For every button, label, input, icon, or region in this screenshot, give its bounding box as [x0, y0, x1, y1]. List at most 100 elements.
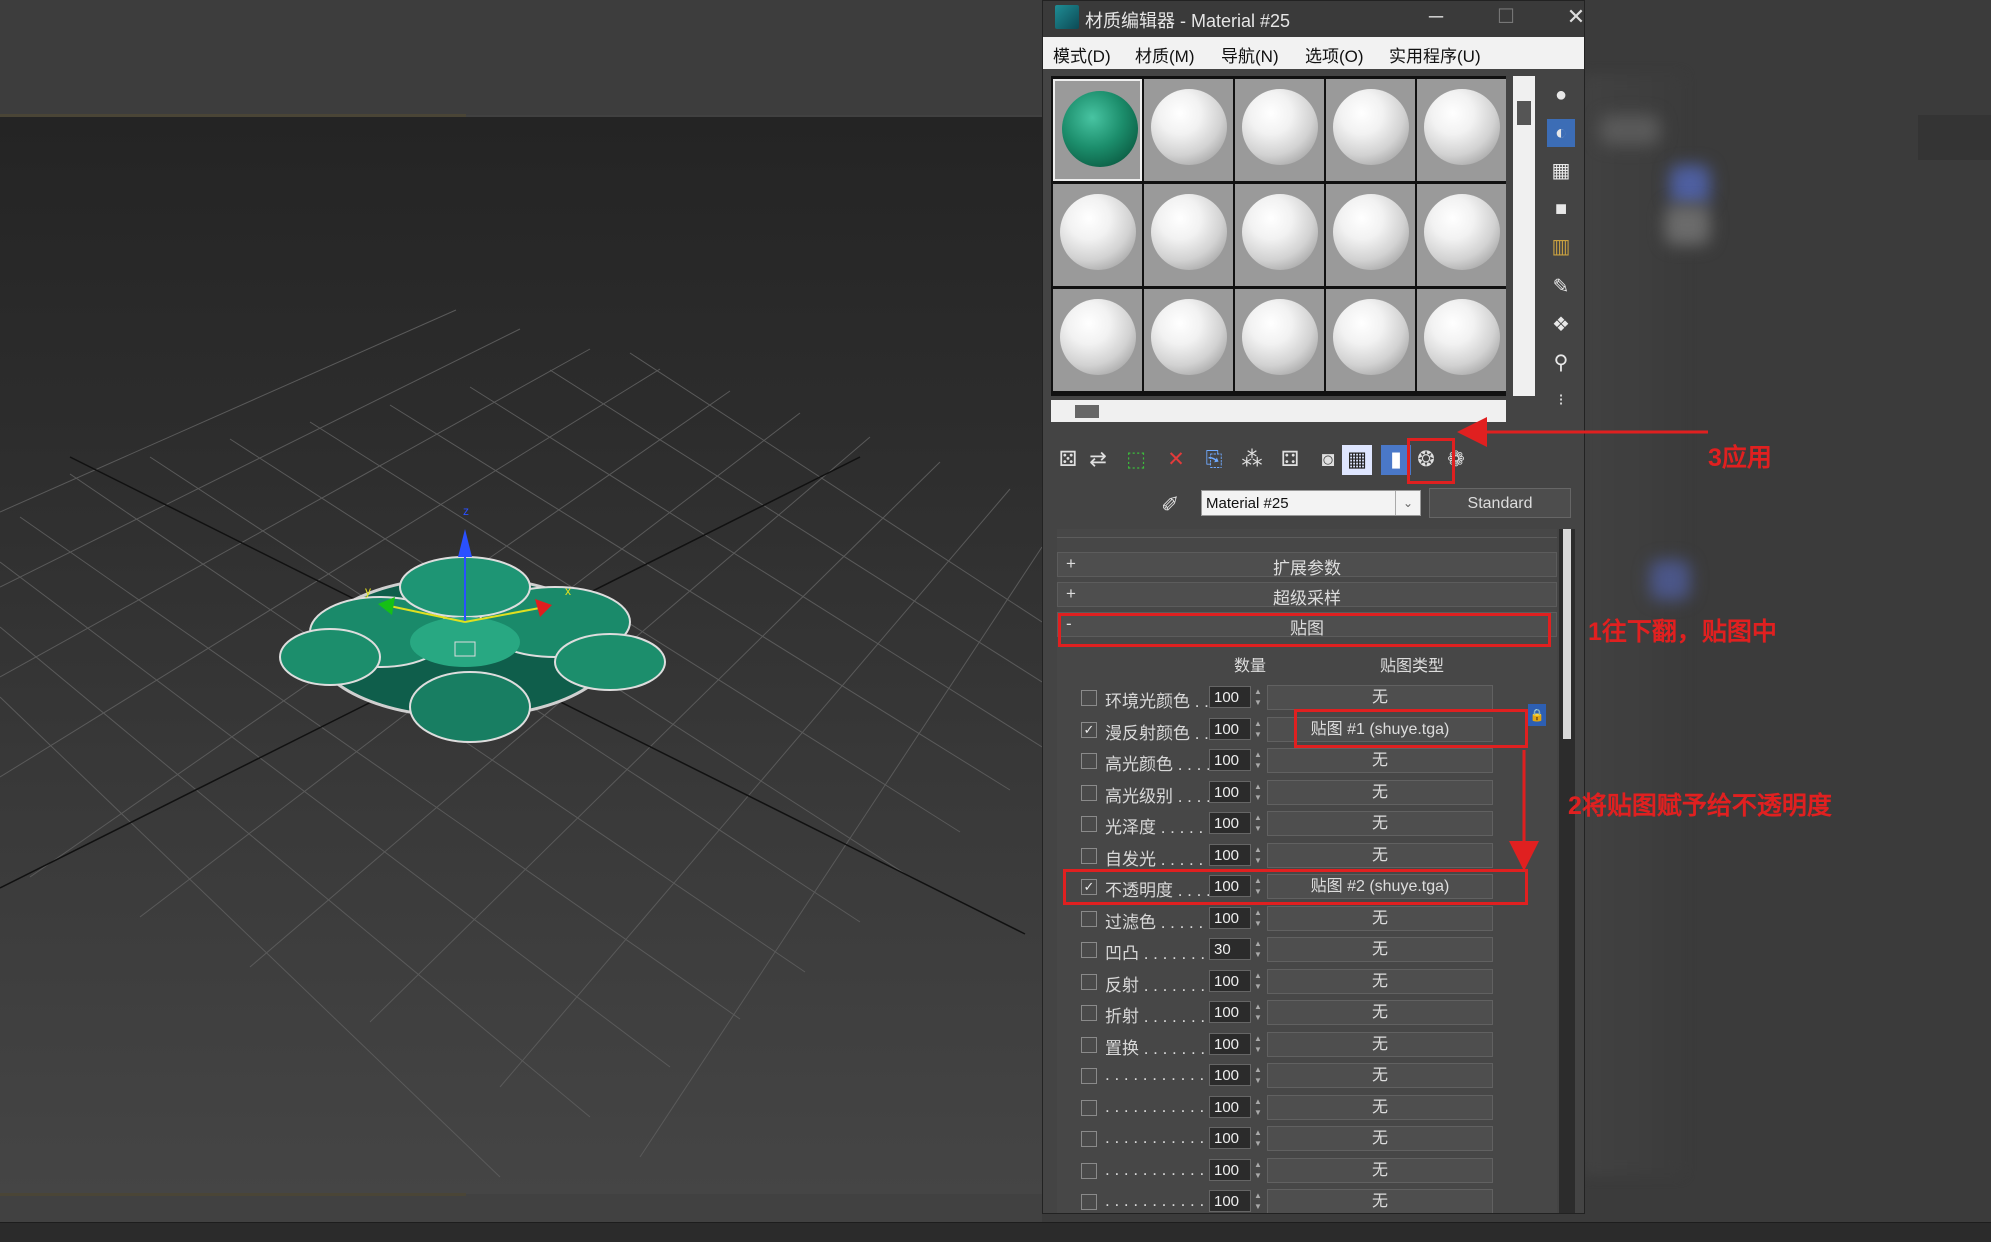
map-amount-spinner[interactable]: 100	[1209, 843, 1251, 866]
sample-slot[interactable]	[1144, 184, 1233, 286]
parameters-scrollbar[interactable]	[1559, 529, 1575, 1213]
make-unique-icon[interactable]: ⁂	[1237, 445, 1267, 475]
map-amount-spinner[interactable]: 100	[1209, 812, 1251, 834]
menu-utilities[interactable]: 实用程序(U)	[1389, 42, 1481, 67]
map-type-button[interactable]: 无	[1267, 842, 1493, 868]
spinner-arrows-icon[interactable]: ▲ ▼	[1253, 1096, 1263, 1118]
map-enable-checkbox[interactable]	[1081, 1131, 1097, 1147]
map-type-button[interactable]: 无	[1267, 1031, 1493, 1057]
map-type-button[interactable]: 无	[1267, 905, 1493, 931]
assign-to-selection-icon[interactable]: ⬚	[1121, 445, 1151, 475]
spinner-arrows-icon[interactable]: ▲ ▼	[1253, 812, 1263, 834]
sample-slot[interactable]	[1326, 184, 1415, 286]
map-type-button[interactable]: 无	[1267, 1000, 1493, 1025]
perspective-view[interactable]: z x y	[0, 117, 1042, 1194]
map-enable-checkbox[interactable]	[1081, 816, 1097, 832]
sample-slot[interactable]	[1053, 289, 1142, 391]
map-amount-spinner[interactable]: 100	[1209, 969, 1251, 992]
map-enable-checkbox[interactable]	[1081, 1068, 1097, 1084]
map-type-button[interactable]: 无	[1267, 779, 1493, 805]
minimize-button[interactable]: ─	[1406, 1, 1466, 35]
map-amount-spinner[interactable]: 100	[1209, 1064, 1251, 1086]
map-amount-spinner[interactable]: 100	[1209, 1158, 1251, 1181]
spinner-arrows-icon[interactable]: ▲ ▼	[1253, 749, 1263, 771]
select-by-material-icon[interactable]: ⚲	[1547, 349, 1575, 377]
spinner-arrows-icon[interactable]: ▲ ▼	[1253, 907, 1263, 929]
spinner-arrows-icon[interactable]: ▲ ▼	[1253, 970, 1263, 992]
map-type-button[interactable]: 无	[1267, 1189, 1493, 1213]
sample-slot[interactable]	[1417, 184, 1506, 286]
map-type-button[interactable]: 无	[1267, 968, 1493, 994]
copy-material-icon[interactable]: ⎘	[1199, 445, 1229, 475]
sample-slot[interactable]	[1417, 289, 1506, 391]
map-enable-checkbox[interactable]	[1081, 784, 1097, 801]
scroll-thumb[interactable]	[1075, 405, 1099, 418]
sample-slot[interactable]	[1417, 79, 1506, 181]
chevron-down-icon[interactable]: ⌄	[1395, 491, 1420, 515]
maximize-button[interactable]: ☐	[1476, 1, 1536, 35]
background-checker-icon[interactable]: ▦	[1547, 157, 1575, 185]
spinner-arrows-icon[interactable]: ▲ ▼	[1253, 1190, 1263, 1212]
slots-horizontal-scrollbar[interactable]	[1051, 400, 1506, 422]
menu-material[interactable]: 材质(M)	[1135, 42, 1194, 67]
map-enable-checkbox[interactable]: ✓	[1081, 721, 1097, 738]
spinner-arrows-icon[interactable]: ▲ ▼	[1253, 1033, 1263, 1055]
map-enable-checkbox[interactable]	[1081, 1194, 1097, 1210]
map-enable-checkbox[interactable]	[1081, 1162, 1097, 1179]
map-enable-checkbox[interactable]	[1081, 690, 1097, 706]
material-name-field[interactable]: Material #25 ⌄	[1201, 490, 1421, 516]
map-type-button[interactable]: 无	[1267, 811, 1493, 836]
map-enable-checkbox[interactable]	[1081, 1099, 1097, 1116]
map-type-button[interactable]: 无	[1267, 1126, 1493, 1151]
map-type-button[interactable]: 无	[1267, 937, 1493, 962]
spinner-arrows-icon[interactable]: ▲ ▼	[1253, 1127, 1263, 1149]
backlight-icon[interactable]: ◐	[1547, 119, 1575, 147]
viewport[interactable]: z x y	[0, 0, 1042, 1241]
sample-slot[interactable]	[1235, 79, 1324, 181]
show-shaded-material-in-viewport-icon[interactable]: ▦	[1342, 445, 1372, 475]
material-type-button[interactable]: Standard	[1429, 488, 1571, 518]
map-type-button[interactable]: 无	[1267, 1094, 1493, 1120]
map-amount-spinner[interactable]: 100	[1209, 780, 1251, 803]
map-amount-spinner[interactable]: 100	[1209, 1190, 1251, 1212]
map-amount-spinner[interactable]: 100	[1209, 906, 1251, 929]
reset-map-icon[interactable]: ✕	[1161, 445, 1191, 475]
sample-slot[interactable]	[1326, 79, 1415, 181]
material-id-channel-icon[interactable]: ◙	[1313, 445, 1343, 475]
put-to-library-icon[interactable]: ⚃	[1275, 445, 1305, 475]
sample-slot-active[interactable]	[1053, 79, 1142, 181]
put-to-scene-icon[interactable]: ⇄	[1083, 445, 1113, 475]
sample-slot[interactable]	[1144, 79, 1233, 181]
close-button[interactable]: ✕	[1546, 1, 1606, 35]
scroll-thumb[interactable]	[1563, 529, 1571, 739]
sample-slot[interactable]	[1235, 184, 1324, 286]
map-amount-spinner[interactable]: 100	[1209, 1127, 1251, 1149]
rollout-extended-params[interactable]: + 扩展参数	[1057, 552, 1557, 578]
map-enable-checkbox[interactable]	[1081, 942, 1097, 958]
map-enable-checkbox[interactable]	[1081, 973, 1097, 990]
bush-object[interactable]	[279, 556, 666, 743]
slots-vertical-scrollbar[interactable]	[1513, 76, 1535, 396]
eyedropper-icon[interactable]: ✐	[1161, 492, 1179, 518]
sample-uv-tiling-icon[interactable]: ■	[1547, 195, 1575, 223]
spinner-arrows-icon[interactable]: ▲ ▼	[1253, 1159, 1263, 1181]
menu-navigation[interactable]: 导航(N)	[1221, 42, 1279, 67]
material-map-navigator-icon[interactable]: ⁝	[1547, 387, 1575, 415]
map-amount-spinner[interactable]: 100	[1209, 717, 1251, 740]
spinner-arrows-icon[interactable]: ▲ ▼	[1253, 1001, 1263, 1023]
sample-slot[interactable]	[1326, 289, 1415, 391]
rollout-supersampling[interactable]: + 超级采样	[1057, 582, 1557, 608]
make-preview-icon[interactable]: ✎	[1547, 273, 1575, 301]
spinner-arrows-icon[interactable]: ▲ ▼	[1253, 718, 1263, 740]
map-type-button[interactable]: 无	[1267, 685, 1493, 710]
map-type-button[interactable]: 无	[1267, 1063, 1493, 1088]
menu-mode[interactable]: 模式(D)	[1053, 42, 1111, 67]
map-amount-spinner[interactable]: 100	[1209, 686, 1251, 708]
options-icon[interactable]: ❖	[1547, 311, 1575, 339]
spinner-arrows-icon[interactable]: ▲ ▼	[1253, 781, 1263, 803]
sample-slot[interactable]	[1144, 289, 1233, 391]
map-amount-spinner[interactable]: 100	[1209, 1095, 1251, 1118]
get-material-icon[interactable]: ⚄	[1053, 445, 1083, 475]
timeline-bar[interactable]	[0, 1222, 1991, 1242]
map-amount-spinner[interactable]: 100	[1209, 1032, 1251, 1055]
